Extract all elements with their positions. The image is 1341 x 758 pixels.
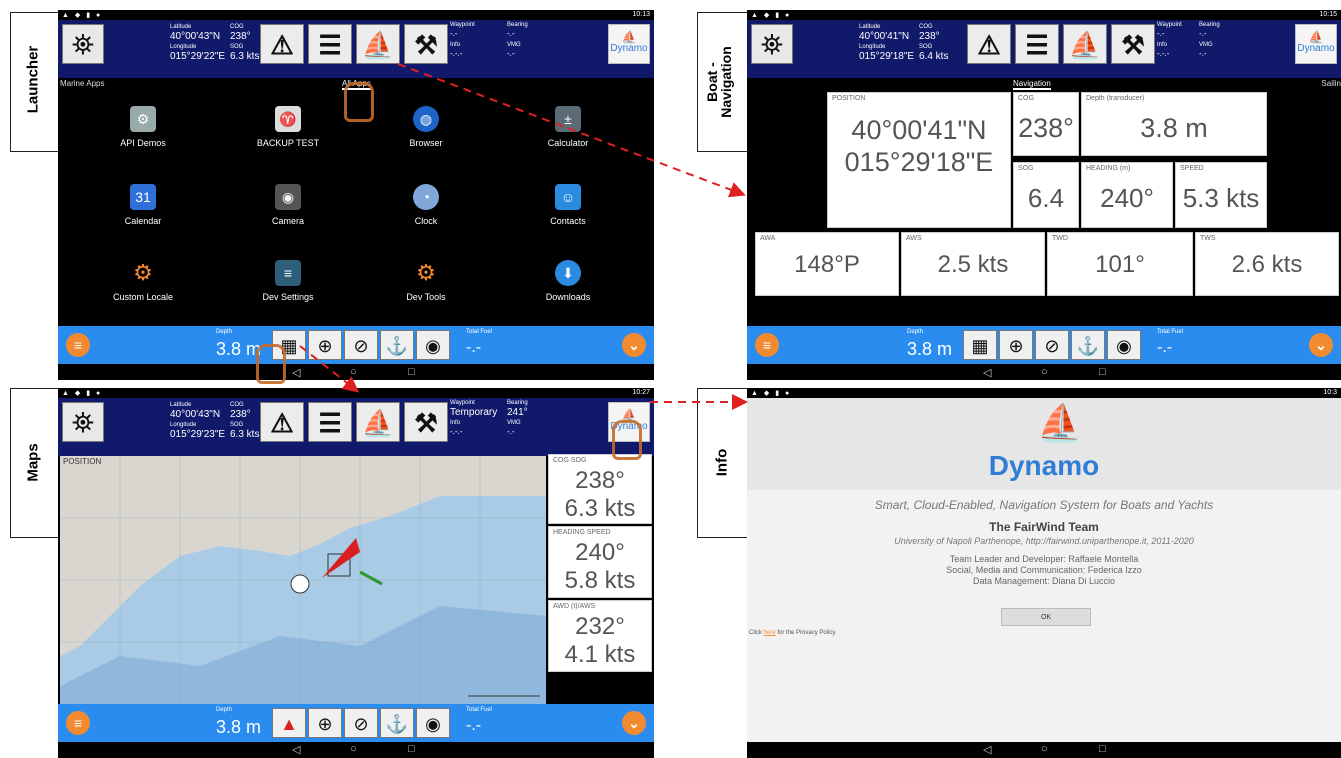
- hand-pointer-icon: [344, 82, 374, 122]
- hand-pointer-icon: [256, 344, 286, 384]
- hand-pointer-icon: [612, 420, 642, 460]
- flow-arrows: [299, 63, 748, 410]
